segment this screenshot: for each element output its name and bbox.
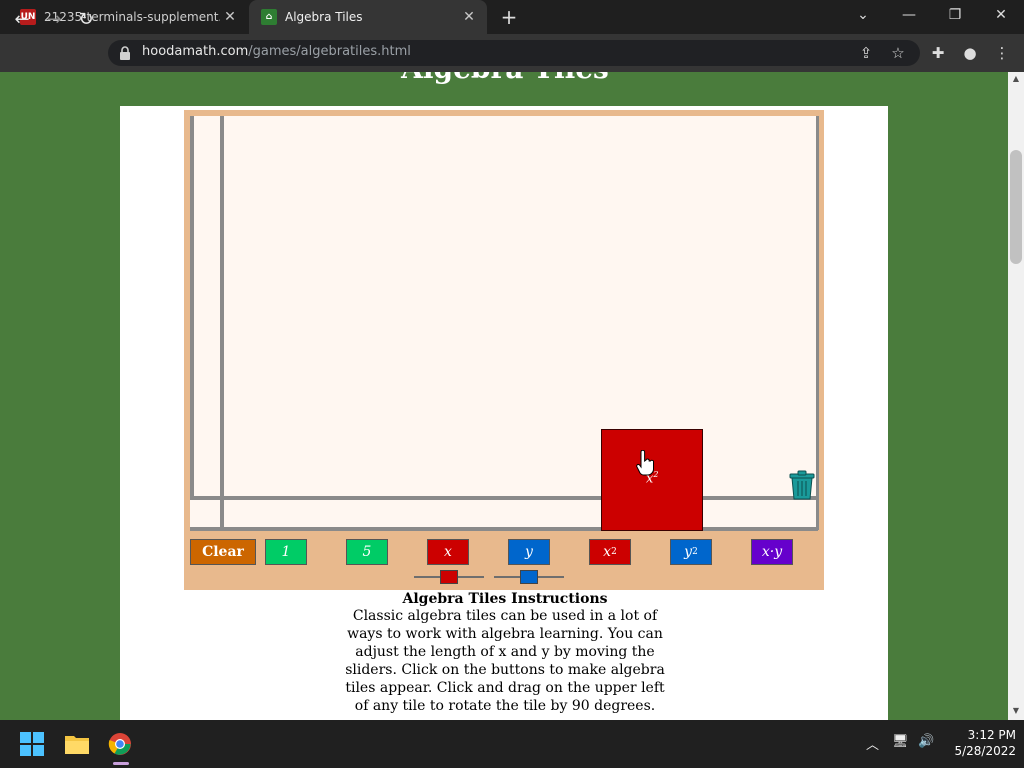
x-length-slider-handle[interactable] [440,570,458,584]
taskbar-clock[interactable]: 3:12 PM 5/28/2022 [940,727,1016,759]
active-app-indicator [113,762,129,765]
add-y-tile-button[interactable]: y [508,539,550,565]
clock-time: 3:12 PM [967,728,1016,742]
tab-close-icon[interactable]: ✕ [220,9,240,25]
chrome-icon[interactable] [108,732,132,756]
tray-chevron-icon[interactable]: ︿ [866,734,879,753]
back-icon[interactable]: ← [10,7,34,31]
extensions-icon[interactable]: ✚ [928,43,948,63]
tab-algebra-tiles[interactable]: ⌂ Algebra Tiles ✕ [249,0,487,34]
close-window-icon[interactable]: ✕ [978,0,1024,30]
lock-icon [120,46,130,60]
share-icon[interactable]: ⇪ [856,43,876,63]
hand-cursor-icon [636,450,654,476]
minimize-icon[interactable]: — [886,0,932,30]
instructions-line: Classic algebra tiles can be used in a l… [352,608,658,624]
instructions-line: ways to work with algebra learning. You … [347,626,663,642]
forward-icon[interactable]: → [42,7,66,31]
tab-title: Algebra Tiles [285,10,363,24]
right-border [816,116,819,530]
url-text[interactable]: hoodamath.com/games/algebratiles.html [142,44,411,59]
star-icon[interactable]: ☆ [888,43,908,63]
instructions-line: adjust the length of x and y by moving t… [355,644,655,660]
reload-icon[interactable]: ↻ [74,7,98,31]
add-y-squared-tile-button[interactable]: y2 [670,539,712,565]
restore-icon[interactable]: ❐ [932,0,978,30]
tab-title: 21235-terminals-supplement.pdf [44,10,220,24]
tab-close-icon[interactable]: ✕ [459,9,479,25]
x-squared-tile[interactable]: x2 [601,429,703,531]
instructions: Algebra Tiles Instructions Classic algeb… [340,591,670,715]
instructions-line: tiles appear. Click and drag on the uppe… [345,680,665,696]
instructions-line: of any tile to rotate the tile by 90 deg… [354,698,656,714]
clear-button[interactable]: Clear [190,539,256,565]
scroll-down-icon[interactable]: ▼ [1008,704,1024,718]
menu-icon[interactable]: ⋮ [992,43,1012,63]
windows-start-icon[interactable] [20,732,44,756]
instructions-line: sliders. Click on the buttons to make al… [345,662,665,678]
network-icon[interactable]: 🖥 [892,734,909,749]
add-x-tile-button[interactable]: x [427,539,469,565]
add-x-squared-tile-button[interactable]: x2 [589,539,631,565]
left-border [190,116,194,500]
y-axis [220,116,224,530]
hoodamath-icon: ⌂ [261,9,277,25]
scroll-up-icon[interactable]: ▲ [1008,72,1024,86]
instructions-title: Algebra Tiles Instructions [402,591,608,607]
tab-search-chevron-icon[interactable]: ⌄ [840,0,886,30]
x-axis [190,496,818,500]
add-one-tile-button[interactable]: 1 [265,539,307,565]
work-board[interactable] [190,116,818,530]
y-length-slider-handle[interactable] [520,570,538,584]
page-title: Algebra Tiles [320,72,690,85]
add-xy-tile-button[interactable]: x·y [751,539,793,565]
profile-icon[interactable]: ● [960,43,980,63]
add-five-tile-button[interactable]: 5 [346,539,388,565]
volume-icon[interactable]: 🔊 [918,734,934,749]
trash-icon[interactable] [789,470,815,500]
scrollbar-thumb[interactable] [1010,150,1022,264]
file-explorer-icon[interactable] [64,733,90,755]
bottom-border [190,527,818,531]
clock-date: 5/28/2022 [954,744,1016,758]
new-tab-icon[interactable]: + [498,6,520,28]
